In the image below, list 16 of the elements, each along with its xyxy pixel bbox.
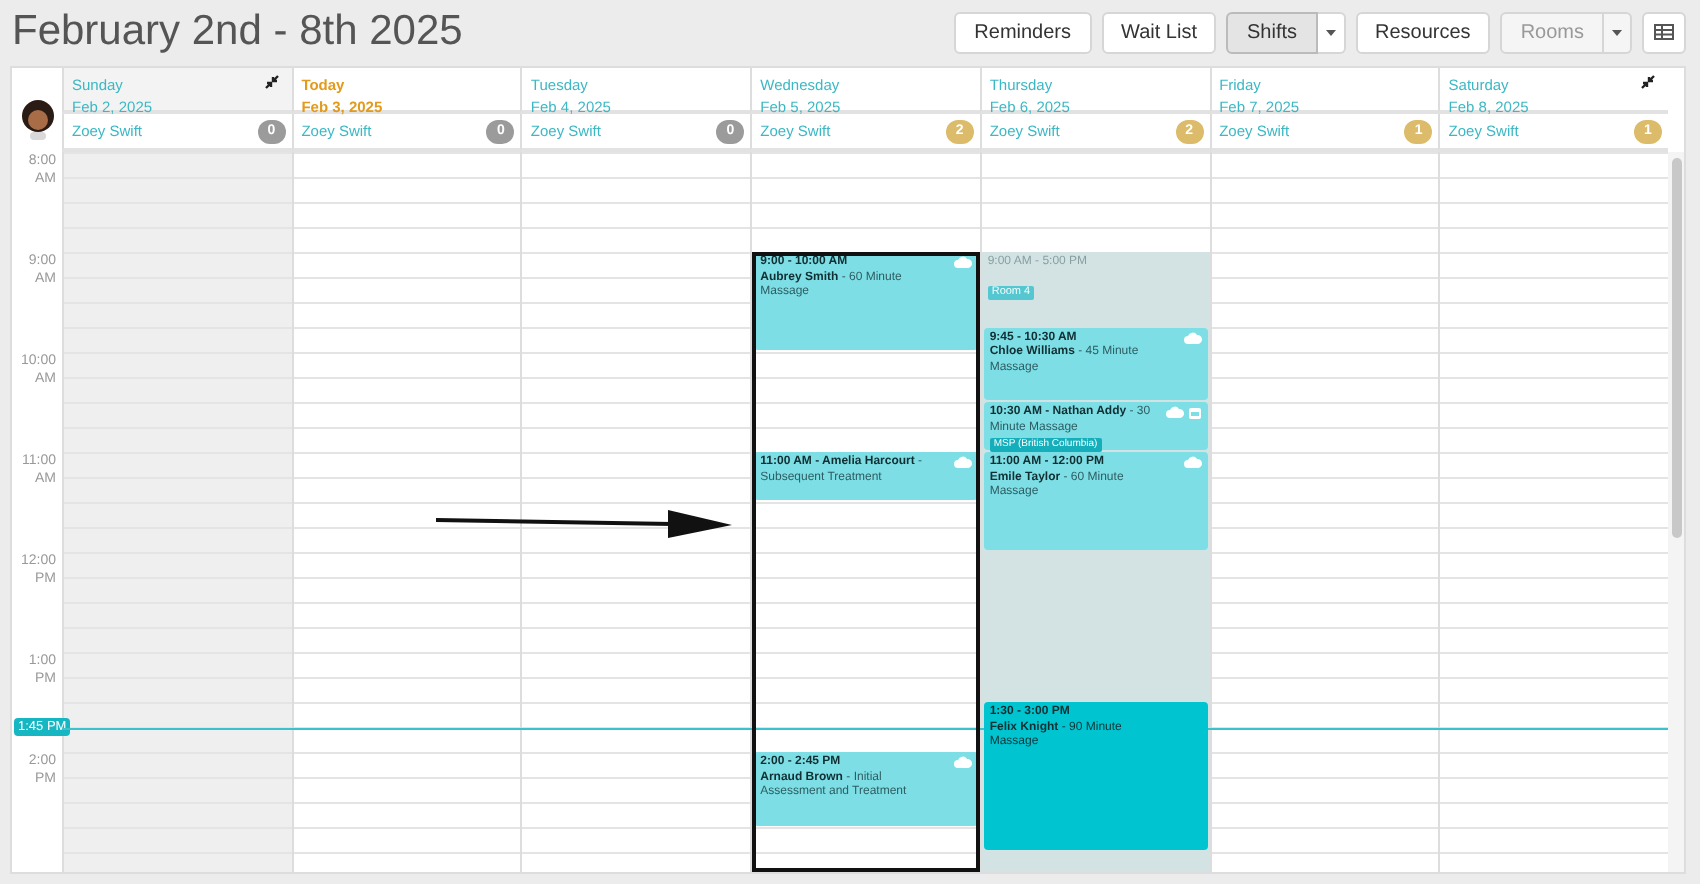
- caret-icon: [1325, 29, 1335, 35]
- collapse-icon[interactable]: [263, 74, 280, 90]
- caret-icon: [1612, 29, 1622, 35]
- toolbar-button[interactable]: Resources: [1355, 11, 1491, 53]
- toolbar-button[interactable]: Shifts: [1226, 11, 1317, 53]
- week-title: February 2nd - 8th 2025: [12, 8, 463, 56]
- table-icon: [1654, 24, 1674, 40]
- dropdown-button[interactable]: [1317, 11, 1345, 53]
- toolbar-button[interactable]: Wait List: [1101, 11, 1217, 53]
- table-view-button[interactable]: [1642, 11, 1686, 53]
- avatar-icon: [21, 100, 53, 140]
- collapse-icon[interactable]: [1640, 74, 1656, 90]
- day-column[interactable]: [979, 152, 1210, 872]
- arrow-icon: [436, 508, 732, 540]
- scrollbar-thumb[interactable]: [1671, 158, 1681, 538]
- toolbar-button[interactable]: Reminders: [954, 11, 1092, 53]
